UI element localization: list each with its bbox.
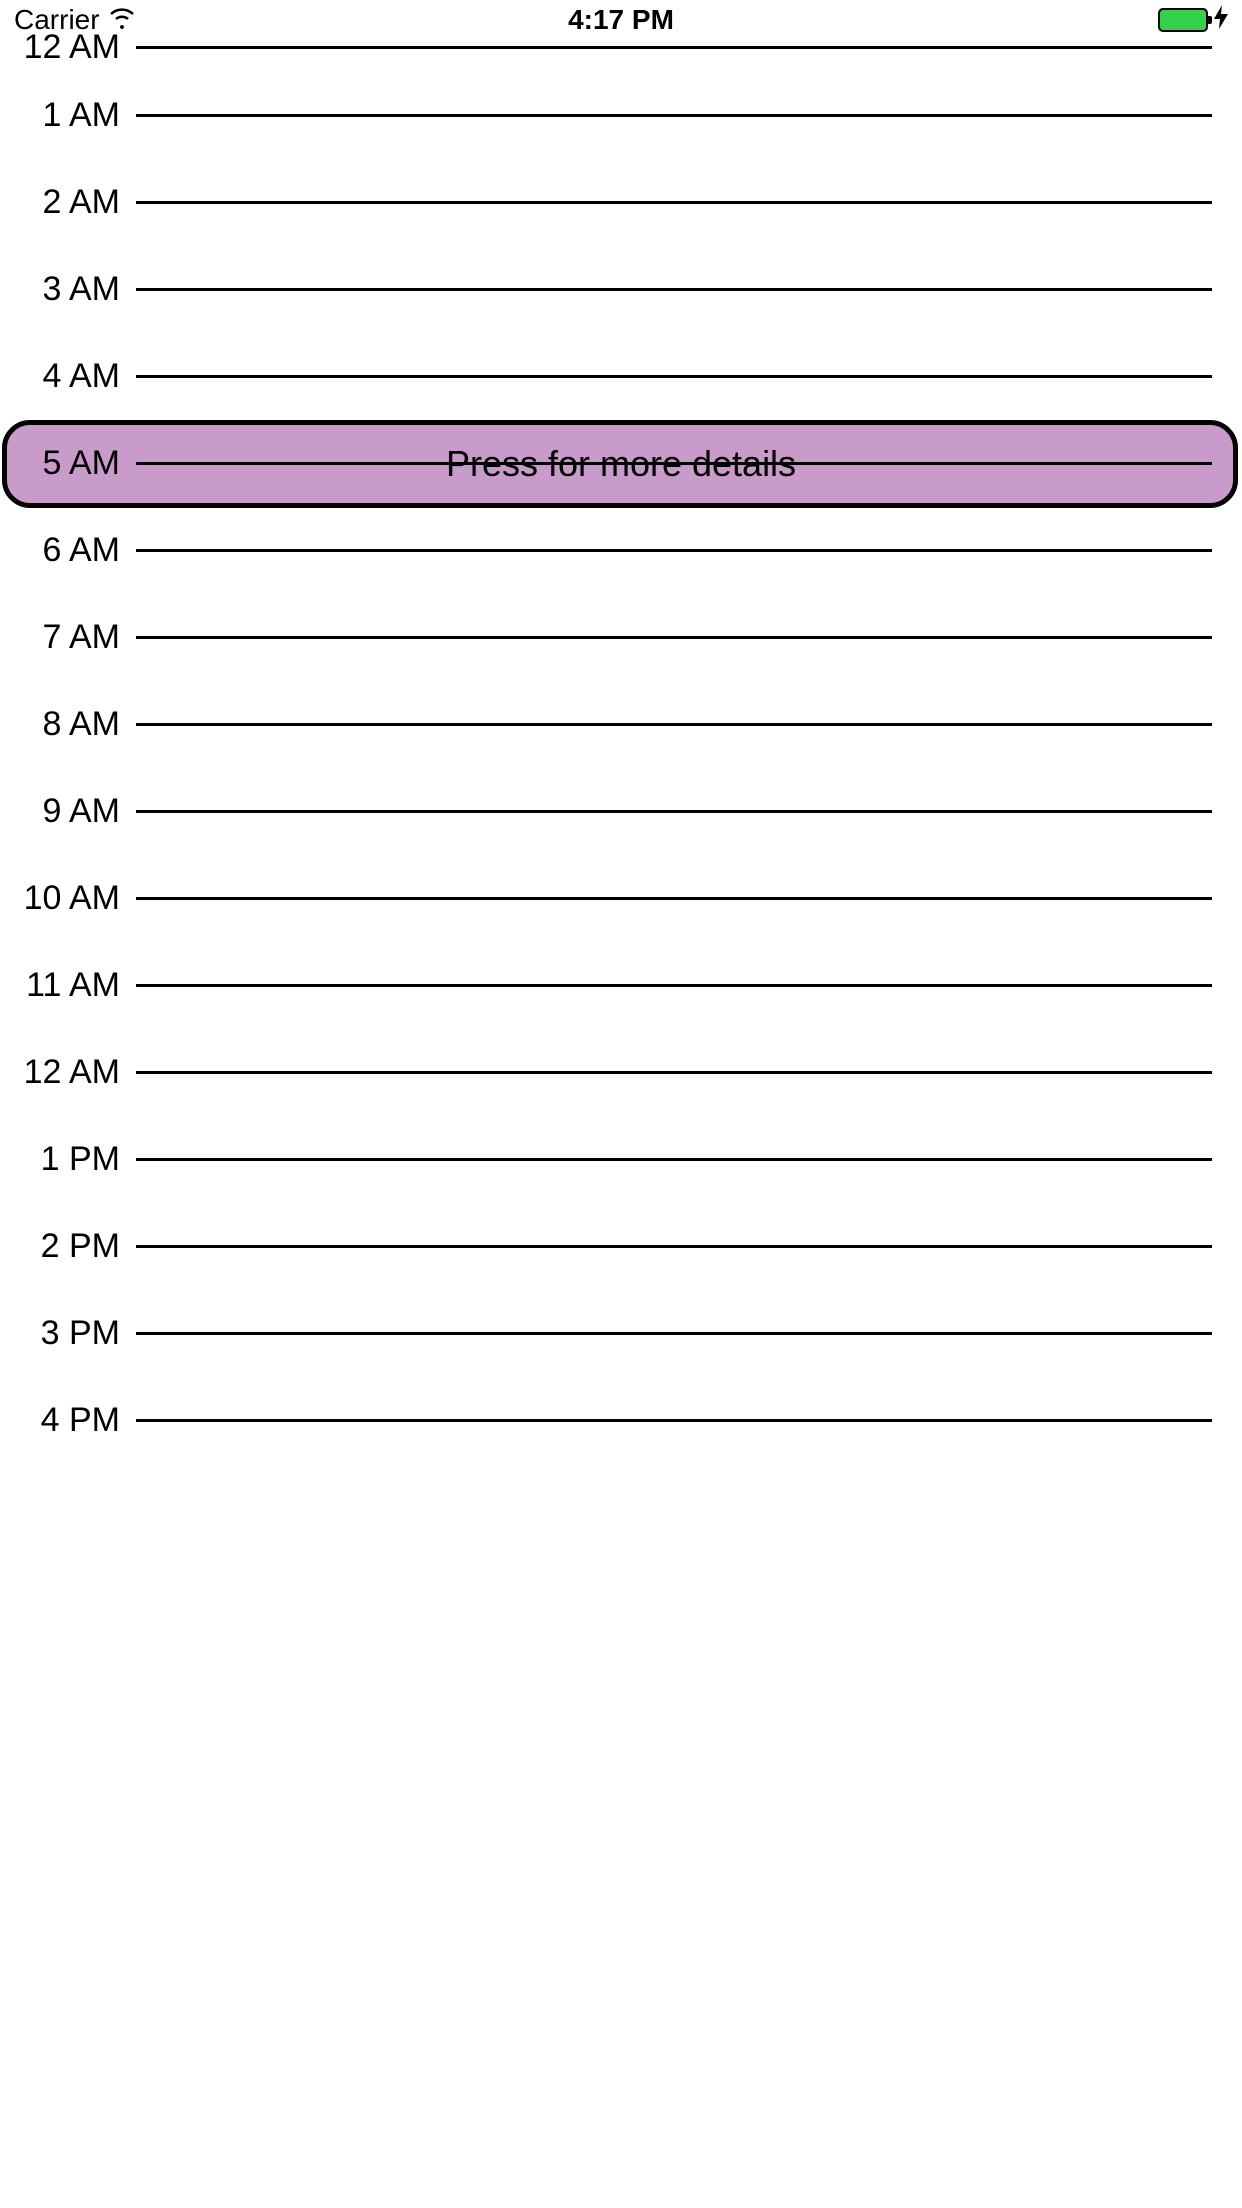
hour-separator [136, 375, 1212, 378]
hour-separator [136, 1419, 1212, 1422]
hour-label: 2 PM [0, 1227, 130, 1266]
hour-separator [136, 46, 1212, 49]
hour-label: 10 AM [0, 879, 130, 918]
hour-row-1am[interactable]: 1 AM [0, 72, 1242, 159]
hour-label: 4 PM [0, 1401, 130, 1440]
hour-label: 1 PM [0, 1140, 130, 1179]
hour-row-10am[interactable]: 10 AM [0, 855, 1242, 942]
hour-row-9am[interactable]: 9 AM [0, 768, 1242, 855]
hour-row-8am[interactable]: 8 AM [0, 681, 1242, 768]
hour-label: 3 AM [0, 270, 130, 309]
hour-row-7am[interactable]: 7 AM [0, 594, 1242, 681]
hour-row-12pm[interactable]: 12 AM [0, 1029, 1242, 1116]
hour-separator [136, 1158, 1212, 1161]
hour-label: 12 AM [0, 1053, 130, 1092]
hour-row-3pm[interactable]: 3 PM [0, 1290, 1242, 1377]
hour-row-12am[interactable]: 12 AM [0, 22, 1242, 72]
hour-row-4am[interactable]: 4 AM [0, 333, 1242, 420]
hour-row-5am[interactable]: 5 AM Press for more details [0, 420, 1242, 507]
hour-separator [136, 897, 1212, 900]
hour-row-4pm[interactable]: 4 PM [0, 1377, 1242, 1464]
hour-label: 1 AM [0, 96, 130, 135]
calendar-day-view[interactable]: 12 AM 1 AM 2 AM 3 AM 4 AM 5 AM [0, 22, 1242, 1464]
hour-separator [136, 636, 1212, 639]
hour-separator [136, 723, 1212, 726]
hour-label: 3 PM [0, 1314, 130, 1353]
hour-separator [136, 288, 1212, 291]
hour-label: 8 AM [0, 705, 130, 744]
hour-separator [136, 1071, 1212, 1074]
hour-label: 9 AM [0, 792, 130, 831]
hour-label: 4 AM [0, 357, 130, 396]
hour-separator [136, 201, 1212, 204]
hour-row-11am[interactable]: 11 AM [0, 942, 1242, 1029]
hour-label: 7 AM [0, 618, 130, 657]
hour-label: 2 AM [0, 183, 130, 222]
hour-separator [136, 1245, 1212, 1248]
hour-label: 12 AM [0, 28, 130, 67]
hour-label: 6 AM [0, 531, 130, 570]
hour-row-2am[interactable]: 2 AM [0, 159, 1242, 246]
hour-label: 5 AM [0, 444, 130, 483]
hour-separator [136, 549, 1212, 552]
hour-separator [136, 114, 1212, 117]
hour-label: 11 AM [0, 966, 130, 1005]
event-label: Press for more details [446, 443, 796, 485]
hour-row-3am[interactable]: 3 AM [0, 246, 1242, 333]
hour-separator [136, 1332, 1212, 1335]
hour-row-6am[interactable]: 6 AM [0, 507, 1242, 594]
hour-row-1pm[interactable]: 1 PM [0, 1116, 1242, 1203]
hour-row-2pm[interactable]: 2 PM [0, 1203, 1242, 1290]
hour-separator [136, 810, 1212, 813]
hour-separator [136, 984, 1212, 987]
